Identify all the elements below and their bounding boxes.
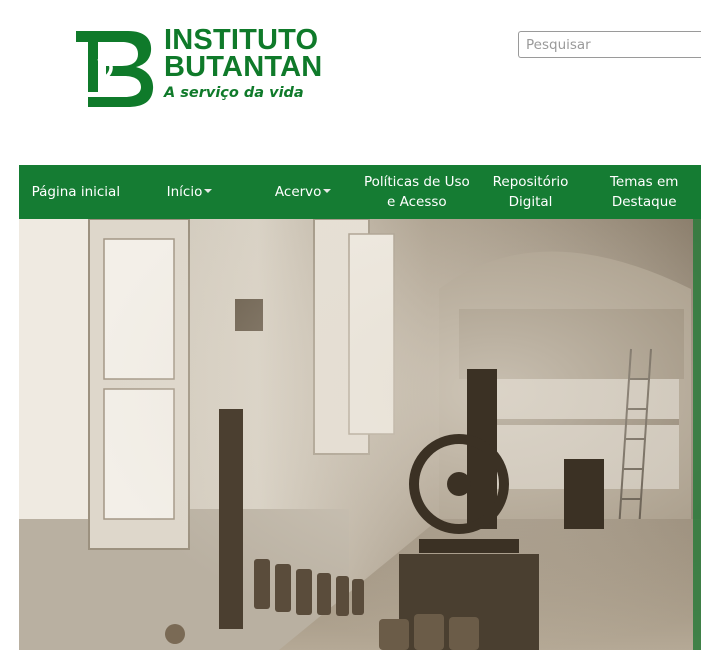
brand-line-1: INSTITUTO (164, 24, 319, 56)
site-logo[interactable]: INSTITUTO BUTANTAN A serviço da vida (72, 24, 324, 111)
nav-label-repositorio: Repositório Digital (492, 174, 569, 210)
historic-laboratory-photo (19, 219, 701, 650)
hero-image (19, 219, 701, 650)
nav-label-temas: Temas em Destaque (609, 174, 679, 210)
nav-label-acervo: Acervo (274, 184, 322, 200)
nav-label-pagina-inicial: Página inicial (31, 184, 121, 200)
nav-item-politicas[interactable]: Políticas de Uso e Acesso (360, 165, 474, 219)
nav-item-inicio[interactable]: Início (133, 165, 247, 219)
dropdown-caret-icon (323, 189, 332, 193)
nav-item-temas[interactable]: Temas em Destaque (587, 165, 701, 219)
nav-item-repositorio[interactable]: Repositório Digital (474, 165, 588, 219)
nav-label-politicas: Políticas de Uso e Acesso (363, 174, 470, 210)
dropdown-caret-icon (204, 189, 213, 193)
search-input[interactable] (518, 31, 701, 58)
logo-text: INSTITUTO BUTANTAN A serviço da vida (164, 24, 323, 103)
nav-item-pagina-inicial[interactable]: Página inicial (19, 165, 133, 219)
butantan-monogram-icon (76, 31, 154, 107)
main-nav: Página inicial Início Acervo Políticas d… (19, 165, 701, 219)
nav-item-acervo[interactable]: Acervo (246, 165, 360, 219)
brand-line-2: BUTANTAN (164, 51, 323, 83)
nav-label-inicio: Início (166, 184, 203, 200)
brand-tagline: A serviço da vida (164, 85, 304, 101)
